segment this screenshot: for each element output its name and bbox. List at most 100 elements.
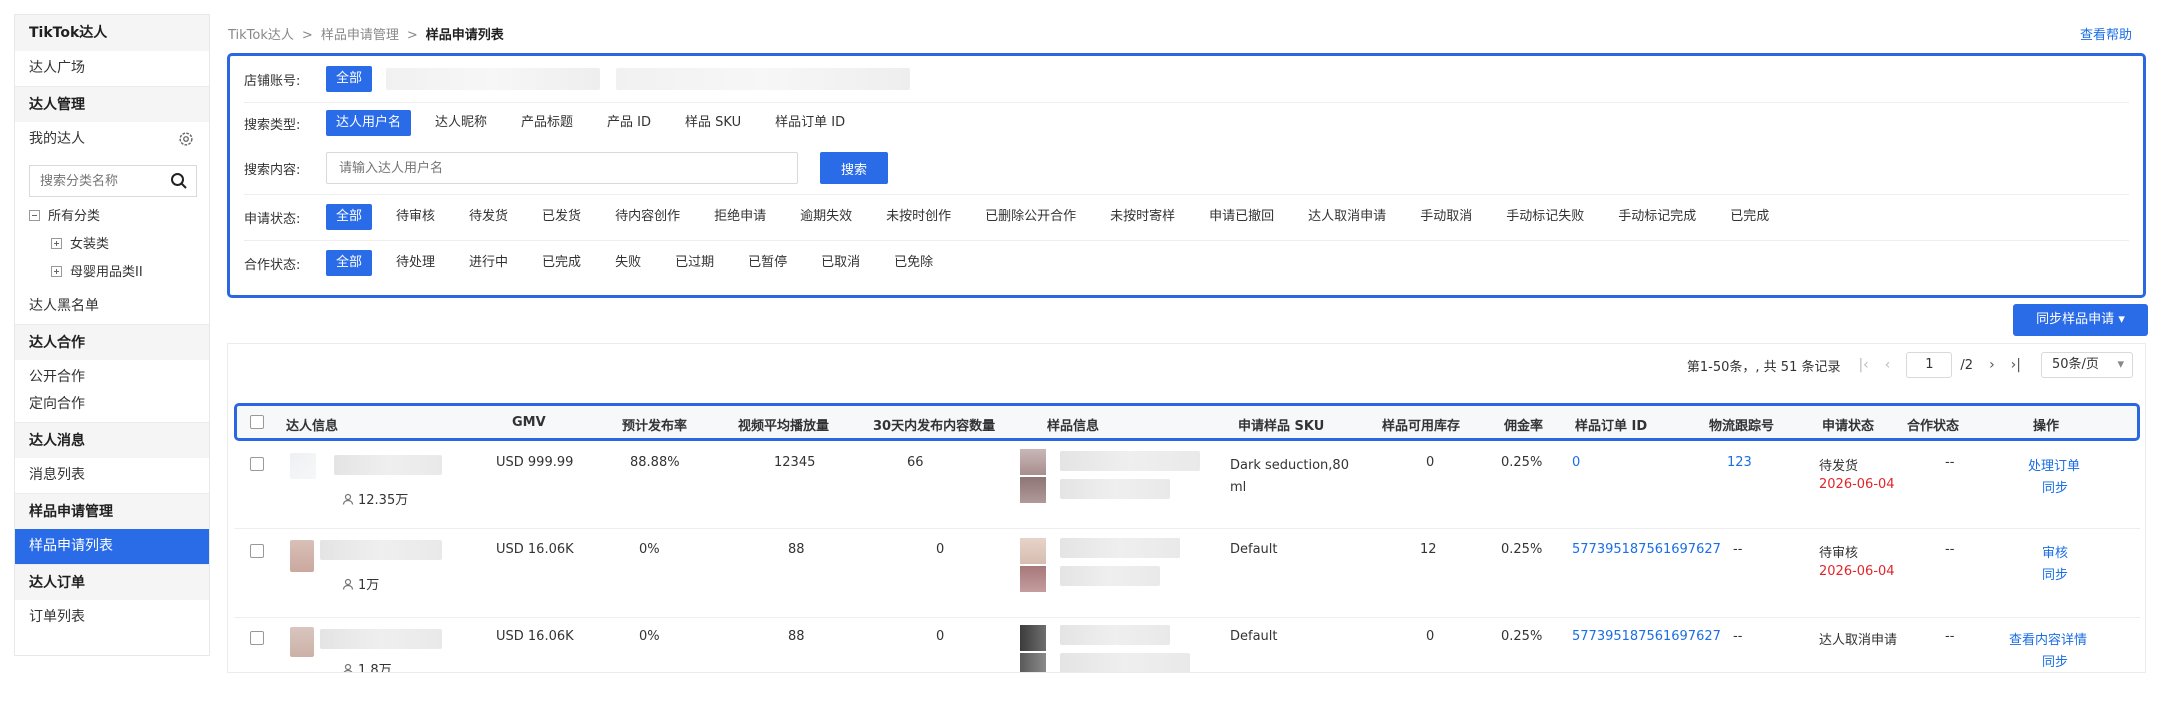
sidebar: TikTok达人 达人广场 达人管理 我的达人 所有分类 女装类 母婴用品类II…	[14, 14, 210, 656]
search-type-option[interactable]: 产品 ID	[597, 110, 661, 136]
apply-status-option[interactable]: 已删除公开合作	[975, 204, 1086, 230]
search-type-option[interactable]: 产品标题	[511, 110, 583, 136]
sync-sample-button[interactable]: 同步样品申请 ▾	[2013, 304, 2148, 336]
avatar	[290, 540, 314, 572]
gear-icon[interactable]	[177, 130, 195, 148]
apply-status-option[interactable]: 达人取消申请	[1298, 204, 1396, 230]
sidebar-item-message-list[interactable]: 消息列表	[15, 458, 209, 493]
tree-label: 女装类	[70, 237, 110, 252]
shop-option-redacted[interactable]	[386, 68, 601, 90]
coop-status-option[interactable]: 已暂停	[738, 250, 797, 276]
shop-option-redacted[interactable]	[616, 68, 911, 90]
tree-node-maternity[interactable]: 母婴用品类II	[15, 259, 209, 287]
coop-status-option[interactable]: 进行中	[459, 250, 518, 276]
creator-name-redacted[interactable]	[320, 540, 442, 560]
page-size-select[interactable]: 50条/页	[2041, 352, 2133, 378]
search-type-option[interactable]: 样品订单 ID	[765, 110, 855, 136]
first-page-icon[interactable]: |‹	[1858, 357, 1868, 373]
apply-status-option[interactable]: 申请已撤回	[1199, 204, 1284, 230]
creator-name-redacted[interactable]	[334, 455, 442, 475]
expand-icon[interactable]	[51, 238, 62, 249]
prev-page-icon[interactable]: ‹	[1885, 357, 1891, 373]
product-image[interactable]	[1020, 477, 1046, 503]
search-type-option[interactable]: 达人昵称	[425, 110, 497, 136]
tracking-number[interactable]: 123	[1727, 455, 1752, 470]
search-input[interactable]	[326, 152, 798, 184]
sidebar-item-order-list[interactable]: 订单列表	[15, 600, 209, 635]
sidebar-item-targeted-coop[interactable]: 定向合作	[15, 390, 209, 422]
coop-status-option[interactable]: 失败	[605, 250, 651, 276]
sidebar-item-sample-list[interactable]: 样品申请列表	[15, 529, 209, 564]
product-image[interactable]	[1020, 653, 1046, 672]
help-link[interactable]: 查看帮助	[2080, 24, 2132, 43]
breadcrumb-item[interactable]: 样品申请管理	[321, 28, 399, 43]
creator-name-redacted[interactable]	[320, 629, 442, 649]
col-header: 预计发布率	[622, 419, 688, 434]
breadcrumb-item[interactable]: TikTok达人	[228, 28, 294, 43]
sidebar-item-creator-square[interactable]: 达人广场	[15, 51, 209, 86]
row-checkbox[interactable]	[250, 631, 264, 645]
product-image[interactable]	[1020, 449, 1046, 475]
page-number-input[interactable]: 1	[1906, 352, 1953, 378]
product-image[interactable]	[1020, 538, 1046, 564]
apply-status-option[interactable]: 手动取消	[1410, 204, 1482, 230]
shop-option-all[interactable]: 全部	[326, 66, 373, 92]
tree-node-all[interactable]: 所有分类	[15, 203, 209, 231]
sample-order-id[interactable]: 0	[1572, 455, 1580, 470]
col-header: 样品信息	[1047, 419, 1100, 434]
row-checkbox[interactable]	[250, 544, 264, 558]
apply-status-option[interactable]: 全部	[326, 204, 373, 230]
coop-status-option[interactable]: 已免除	[884, 250, 943, 276]
next-page-icon[interactable]: ›	[1989, 357, 1995, 373]
sample-order-id[interactable]: 577395187561697627	[1572, 542, 1721, 557]
category-search-box[interactable]	[29, 165, 197, 197]
search-type-option[interactable]: 达人用户名	[326, 110, 412, 136]
apply-status-option[interactable]: 未按时创作	[876, 204, 961, 230]
sync-link[interactable]: 同步	[2042, 564, 2068, 583]
sync-link[interactable]: 同步	[2042, 651, 2068, 670]
sidebar-item-my-creators[interactable]: 我的达人	[15, 122, 209, 157]
sync-link[interactable]: 同步	[2042, 477, 2068, 496]
sample-order-id[interactable]: 577395187561697627	[1572, 629, 1721, 644]
expand-icon[interactable]	[51, 266, 62, 277]
collapse-icon[interactable]	[29, 210, 40, 221]
search-icon[interactable]	[170, 172, 188, 190]
apply-status-option[interactable]: 手动标记完成	[1608, 204, 1706, 230]
apply-status-option[interactable]: 未按时寄样	[1100, 204, 1185, 230]
apply-status-option[interactable]: 待审核	[386, 204, 445, 230]
product-image[interactable]	[1020, 625, 1046, 651]
last-page-icon[interactable]: ›|	[2011, 357, 2021, 373]
product-image[interactable]	[1020, 566, 1046, 592]
coop-status-option[interactable]: 已取消	[811, 250, 870, 276]
review-link[interactable]: 审核	[2042, 542, 2068, 561]
search-button[interactable]: 搜索	[820, 152, 888, 184]
apply-status-option[interactable]: 手动标记失败	[1496, 204, 1594, 230]
select-all-checkbox[interactable]	[250, 415, 264, 429]
apply-status-option[interactable]: 拒绝申请	[704, 204, 776, 230]
apply-status-option[interactable]: 待发货	[459, 204, 518, 230]
coop-status-option[interactable]: 待处理	[386, 250, 445, 276]
apply-status-option[interactable]: 已发货	[532, 204, 591, 230]
sidebar-item-blacklist[interactable]: 达人黑名单	[15, 289, 209, 324]
status-date: 2026-06-04	[1819, 564, 1895, 579]
table-row: 1万 USD 16.06K 0% 88 0 Default 12 0.25% 5…	[234, 530, 2140, 618]
product-title-redacted[interactable]	[1060, 451, 1200, 471]
product-title-redacted[interactable]	[1060, 625, 1170, 645]
tree-node-womens-wear[interactable]: 女装类	[15, 231, 209, 259]
apply-status-option[interactable]: 待内容创作	[605, 204, 690, 230]
coop-status-option[interactable]: 已过期	[665, 250, 724, 276]
view-content-link[interactable]: 查看内容详情	[2009, 629, 2087, 648]
coop-status-option[interactable]: 全部	[326, 250, 373, 276]
apply-status-option[interactable]: 逾期失效	[790, 204, 862, 230]
follower-count: 12.35万	[342, 489, 408, 508]
sidebar-item-public-coop[interactable]: 公开合作	[15, 360, 209, 390]
row-checkbox[interactable]	[250, 457, 264, 471]
apply-status-option[interactable]: 已完成	[1720, 204, 1779, 230]
process-order-link[interactable]: 处理订单	[2028, 455, 2080, 474]
search-type-option[interactable]: 样品 SKU	[675, 110, 751, 136]
follower-count: 1.8万	[342, 659, 392, 672]
coop-status-option[interactable]: 已完成	[532, 250, 591, 276]
category-search-input[interactable]	[30, 166, 170, 196]
sample-table-card: 第1-50条，, 共 51 条记录 |‹ ‹ 1 /2 › ›| 50条/页 达…	[227, 343, 2146, 673]
product-title-redacted[interactable]	[1060, 538, 1180, 558]
